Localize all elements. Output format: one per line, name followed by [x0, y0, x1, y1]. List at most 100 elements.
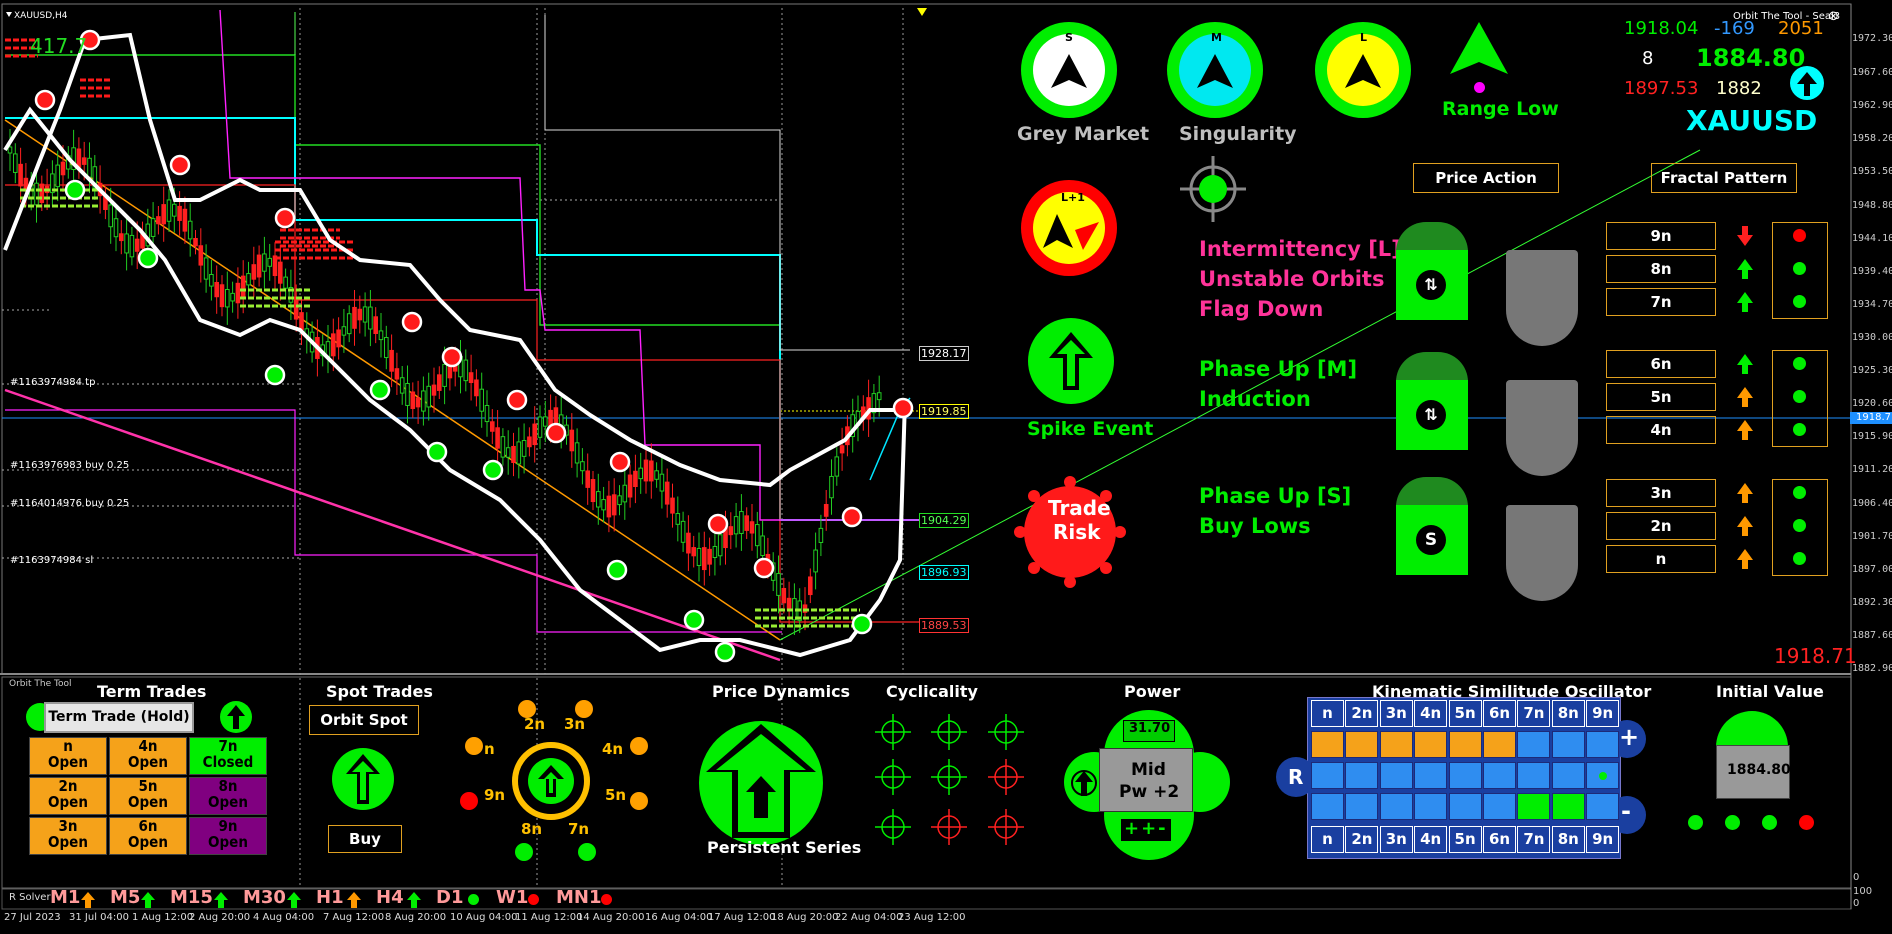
timeframe-m5[interactable]: M5 [110, 887, 140, 908]
candle-body [399, 377, 405, 394]
candle-body [246, 273, 251, 286]
up-arrow-icon [1737, 354, 1753, 374]
timeframe-m30[interactable]: M30 [243, 887, 286, 908]
time-axis-tick: 1 Aug 12:00 [132, 912, 194, 923]
kso-header-label: n [1322, 704, 1333, 722]
fractal-row-8n[interactable]: 8n [1606, 255, 1716, 283]
candle-body [431, 384, 437, 396]
time-axis-tick: 11 Aug 12:00 [515, 912, 583, 923]
fractal-row-9n[interactable]: 9n [1606, 222, 1716, 250]
term-trade-cell-n: 9n [218, 817, 238, 835]
fractal-row-n[interactable]: n [1606, 545, 1716, 573]
term-trade-cell[interactable]: 2n Open [29, 777, 107, 815]
candle-body [596, 491, 601, 508]
candle-body [781, 587, 787, 604]
stat-v4: 8 [1642, 48, 1654, 69]
term-trade-cell-n: 2n [58, 777, 78, 795]
candle-body [357, 308, 363, 321]
candle-body [172, 203, 177, 217]
orbit-spot-button[interactable]: Orbit Spot [309, 705, 419, 735]
term-trade-cell[interactable]: 9n Open [189, 817, 267, 855]
fractal-row-7n[interactable]: 7n [1606, 288, 1716, 316]
candle-body [336, 329, 341, 348]
up-arrow-icon [1737, 259, 1753, 279]
top-left-number: 417.7 [30, 34, 88, 58]
term-trade-cell-status: Closed [202, 753, 254, 771]
grey-market-label: Grey Market [1017, 123, 1150, 145]
price-action-gray-shape [1506, 250, 1578, 346]
up-arrow-icon [1737, 387, 1753, 407]
term-trade-cell-n: 3n [58, 817, 78, 835]
timeframe-h1[interactable]: H1 [316, 887, 344, 908]
timeframe-m1[interactable]: M1 [50, 887, 80, 908]
term-trade-cell-status: Open [128, 753, 168, 771]
initial-dot-3 [1762, 815, 1777, 830]
fractal-status-dot [1793, 519, 1806, 532]
fractal-row-2n[interactable]: 2n [1606, 512, 1716, 540]
candle-body [749, 521, 755, 534]
term-trade-cell[interactable]: 7n Closed [189, 737, 267, 775]
kso-cell [1551, 731, 1585, 758]
fractal-row-6n[interactable]: 6n [1606, 350, 1716, 378]
term-trade-cell[interactable]: 8n Open [189, 777, 267, 815]
price-axis-tick: 1911.20 [1852, 464, 1892, 475]
price-axis-tick: 1906.40 [1852, 498, 1892, 509]
candle-body [717, 534, 723, 557]
fractal-pattern-button[interactable]: Fractal Pattern [1651, 163, 1797, 193]
timeframe-w1[interactable]: W1 [496, 887, 528, 908]
candle-body [776, 573, 781, 596]
up-arrow-icon [214, 892, 228, 908]
price-dynamics-title: Price Dynamics [712, 682, 851, 701]
kso-header-label: 2n [1351, 830, 1373, 848]
timeframe-h4[interactable]: H4 [376, 887, 404, 908]
kso-cell [1379, 793, 1413, 820]
candle-body [267, 257, 272, 267]
osc-axis-0: 0 [1853, 872, 1860, 883]
orbit-marker-red [34, 89, 56, 111]
fractal-row-5n[interactable]: 5n [1606, 383, 1716, 411]
kso-cell-dot [1599, 772, 1608, 780]
term-trade-cell[interactable]: 4n Open [109, 737, 187, 775]
fractal-row-4n[interactable]: 4n [1606, 416, 1716, 444]
kso-minus-label: - [1621, 797, 1631, 825]
candle-body [150, 218, 156, 237]
term-trade-hold-button[interactable]: Term Trade (Hold) [44, 702, 194, 733]
orbit-marker-red [274, 207, 296, 229]
timeframe-d1[interactable]: D1 [436, 887, 463, 908]
candle-body [405, 382, 410, 406]
trade-risk-line1: Trade [1048, 496, 1111, 520]
fractal-status-dot [1793, 229, 1806, 242]
timeframe-m15[interactable]: M15 [170, 887, 213, 908]
current-price-big: 1918.71 [1774, 644, 1857, 668]
term-trade-cell[interactable]: 3n Open [29, 817, 107, 855]
term-trade-cell[interactable]: n Open [29, 737, 107, 775]
candle-body [209, 273, 214, 287]
term-trade-cell-status: Open [208, 833, 248, 851]
candle-body [362, 306, 368, 323]
timeframe-mn1[interactable]: MN1 [556, 887, 602, 908]
term-trade-cell[interactable]: 6n Open [109, 817, 187, 855]
kso-header: 9n [1586, 700, 1620, 727]
term-trade-cell[interactable]: 5n Open [109, 777, 187, 815]
candle-body [108, 204, 114, 228]
toggle-icon: ⇅ [1416, 400, 1446, 430]
kso-header-label: 3n [1385, 830, 1407, 848]
orbit-label: 9n [484, 786, 506, 804]
price-axis-tick: 1967.60 [1852, 67, 1892, 78]
status-dot [528, 894, 539, 905]
candle-body [368, 306, 373, 330]
term-trade-cell-n: n [63, 737, 73, 755]
orbit-label: 7n [568, 820, 590, 838]
window-title: XAUUSD,H4 [14, 11, 68, 21]
candle-body [670, 497, 675, 514]
cycle-crosshair-icon [875, 809, 911, 845]
kso-header-label: 6n [1488, 704, 1511, 722]
close-icon[interactable]: ⊗ [1828, 9, 1839, 24]
fractal-status-dot [1793, 486, 1806, 499]
price-action-button[interactable]: Price Action [1413, 163, 1559, 193]
candle-body [198, 245, 204, 266]
buy-button[interactable]: Buy [328, 825, 402, 853]
time-axis-tick: 4 Aug 04:00 [253, 912, 315, 923]
fractal-row-3n[interactable]: 3n [1606, 479, 1716, 507]
kso-cell [1379, 731, 1413, 758]
